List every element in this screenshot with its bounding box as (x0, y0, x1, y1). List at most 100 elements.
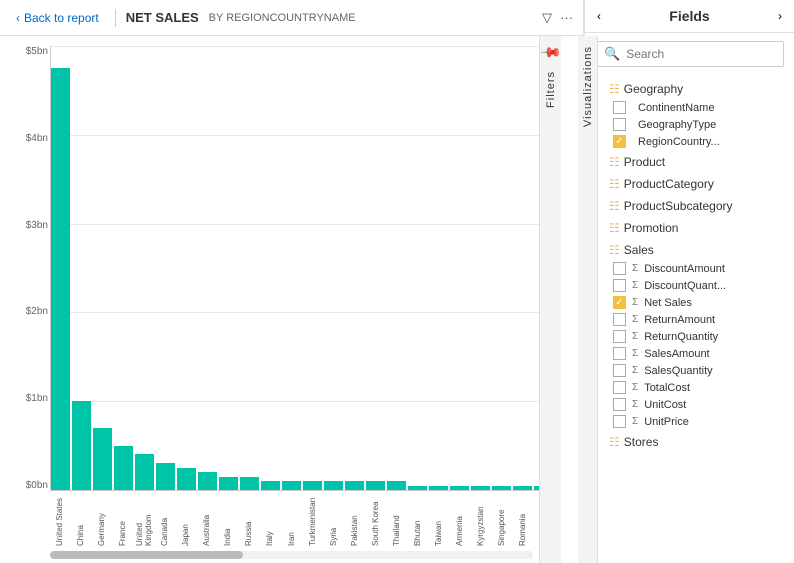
bar-wrapper[interactable] (282, 46, 301, 490)
field-name: ReturnQuantity (644, 331, 718, 343)
field-name: DiscountQuant... (644, 280, 726, 292)
nav-right-button[interactable]: › (778, 9, 782, 23)
bar (513, 486, 532, 490)
field-checkbox[interactable]: ✓ (613, 296, 626, 309)
bar-wrapper[interactable] (240, 46, 259, 490)
bar-wrapper[interactable] (51, 46, 70, 490)
bar-wrapper[interactable] (324, 46, 343, 490)
bar-wrapper[interactable] (429, 46, 448, 490)
bar-wrapper[interactable] (156, 46, 175, 490)
x-label-wrap: Syria (324, 491, 343, 546)
x-label-wrap: Germany (92, 491, 111, 546)
field-item[interactable]: ΣSalesQuantity (609, 362, 794, 379)
sigma-icon: Σ (632, 348, 638, 359)
field-name: SalesAmount (644, 348, 709, 360)
visualizations-tab[interactable]: Visualizations (578, 36, 598, 563)
x-label-wrap: Iran (282, 491, 301, 546)
field-item[interactable]: ✓ΣNet Sales (609, 294, 794, 311)
field-item[interactable]: ΣReturnQuantity (609, 328, 794, 345)
sigma-icon: Σ (632, 263, 638, 274)
field-items: ContinentNameGeographyType✓RegionCountry… (585, 99, 794, 150)
field-checkbox[interactable]: ✓ (613, 135, 626, 148)
field-item[interactable]: ΣReturnAmount (609, 311, 794, 328)
bar-wrapper[interactable] (345, 46, 364, 490)
bar (261, 481, 280, 490)
field-checkbox[interactable] (613, 313, 626, 326)
sigma-icon: Σ (632, 416, 638, 427)
field-checkbox[interactable] (613, 262, 626, 275)
x-axis-label: Japan (181, 491, 190, 546)
field-item[interactable]: ΣDiscountQuant... (609, 277, 794, 294)
bar (198, 472, 217, 490)
x-axis-labels: United StatesChinaGermanyFranceUnited Ki… (50, 491, 553, 546)
scrollbar-thumb[interactable] (50, 551, 243, 559)
field-checkbox[interactable] (613, 330, 626, 343)
field-group-header[interactable]: ▾☷Sales (585, 240, 794, 260)
nav-left-button[interactable]: ‹ (597, 9, 601, 23)
field-checkbox[interactable] (613, 347, 626, 360)
bar-wrapper[interactable] (177, 46, 196, 490)
more-options-icon[interactable]: ··· (560, 10, 573, 25)
field-checkbox[interactable] (613, 398, 626, 411)
field-item[interactable]: ΣTotalCost (609, 379, 794, 396)
field-item[interactable]: ContinentName (609, 99, 794, 116)
bar (93, 428, 112, 490)
field-item[interactable]: ΣUnitCost (609, 396, 794, 413)
bars-container (50, 46, 553, 491)
bar-wrapper[interactable] (135, 46, 154, 490)
bar-wrapper[interactable] (93, 46, 112, 490)
bar-wrapper[interactable] (72, 46, 91, 490)
fields-panel-title: Fields (669, 8, 709, 24)
bar-wrapper[interactable] (261, 46, 280, 490)
field-group-header[interactable]: ▾☷Geography (585, 79, 794, 99)
bar (450, 486, 469, 490)
field-group-header[interactable]: ›☷Stores (585, 432, 794, 452)
search-input[interactable] (626, 47, 775, 61)
field-checkbox[interactable] (613, 381, 626, 394)
filters-tab[interactable]: 📌 Filters (539, 36, 561, 563)
bar-wrapper[interactable] (408, 46, 427, 490)
field-item[interactable]: GeographyType (609, 116, 794, 133)
filter-icon[interactable]: ▽ (542, 10, 552, 26)
y-label-3bn: $3bn (26, 220, 48, 231)
x-axis-label: Syria (329, 491, 338, 546)
field-checkbox[interactable] (613, 415, 626, 428)
bar-wrapper[interactable] (219, 46, 238, 490)
bar (492, 486, 511, 490)
search-icon: 🔍 (604, 46, 620, 62)
field-group-header[interactable]: ›☷Product (585, 152, 794, 172)
field-group-name: ProductCategory (624, 177, 714, 191)
bar-wrapper[interactable] (492, 46, 511, 490)
field-checkbox[interactable] (613, 279, 626, 292)
bar-wrapper[interactable] (387, 46, 406, 490)
field-group-header[interactable]: ›☷ProductCategory (585, 174, 794, 194)
field-checkbox[interactable] (613, 364, 626, 377)
sigma-icon: Σ (632, 382, 638, 393)
sigma-icon: Σ (632, 297, 638, 308)
bar-wrapper[interactable] (450, 46, 469, 490)
bar-wrapper[interactable] (471, 46, 490, 490)
field-group-name: Promotion (624, 221, 679, 235)
bar-wrapper[interactable] (366, 46, 385, 490)
x-axis-label: Bhutan (413, 491, 422, 546)
field-name: UnitPrice (644, 416, 689, 428)
x-label-wrap: Bhutan (408, 491, 427, 546)
bar-wrapper[interactable] (513, 46, 532, 490)
bar (408, 486, 427, 490)
field-group-header[interactable]: ›☷ProductSubcategory (585, 196, 794, 216)
bar-wrapper[interactable] (198, 46, 217, 490)
field-group-header[interactable]: ›☷Promotion (585, 218, 794, 238)
bar-wrapper[interactable] (114, 46, 133, 490)
field-item[interactable]: Σ SalesAmount (609, 345, 794, 362)
field-checkbox[interactable] (613, 118, 626, 131)
back-button[interactable]: ‹ Back to report (10, 9, 105, 27)
search-box[interactable]: 🔍 (595, 41, 784, 67)
chart-scrollbar[interactable] (50, 551, 533, 559)
bar (345, 481, 364, 490)
bar-wrapper[interactable] (303, 46, 322, 490)
field-item[interactable]: Σ UnitPrice (609, 413, 794, 430)
bar (114, 446, 133, 490)
field-item[interactable]: ΣDiscountAmount (609, 260, 794, 277)
field-checkbox[interactable] (613, 101, 626, 114)
field-item[interactable]: ✓RegionCountry... (609, 133, 794, 150)
